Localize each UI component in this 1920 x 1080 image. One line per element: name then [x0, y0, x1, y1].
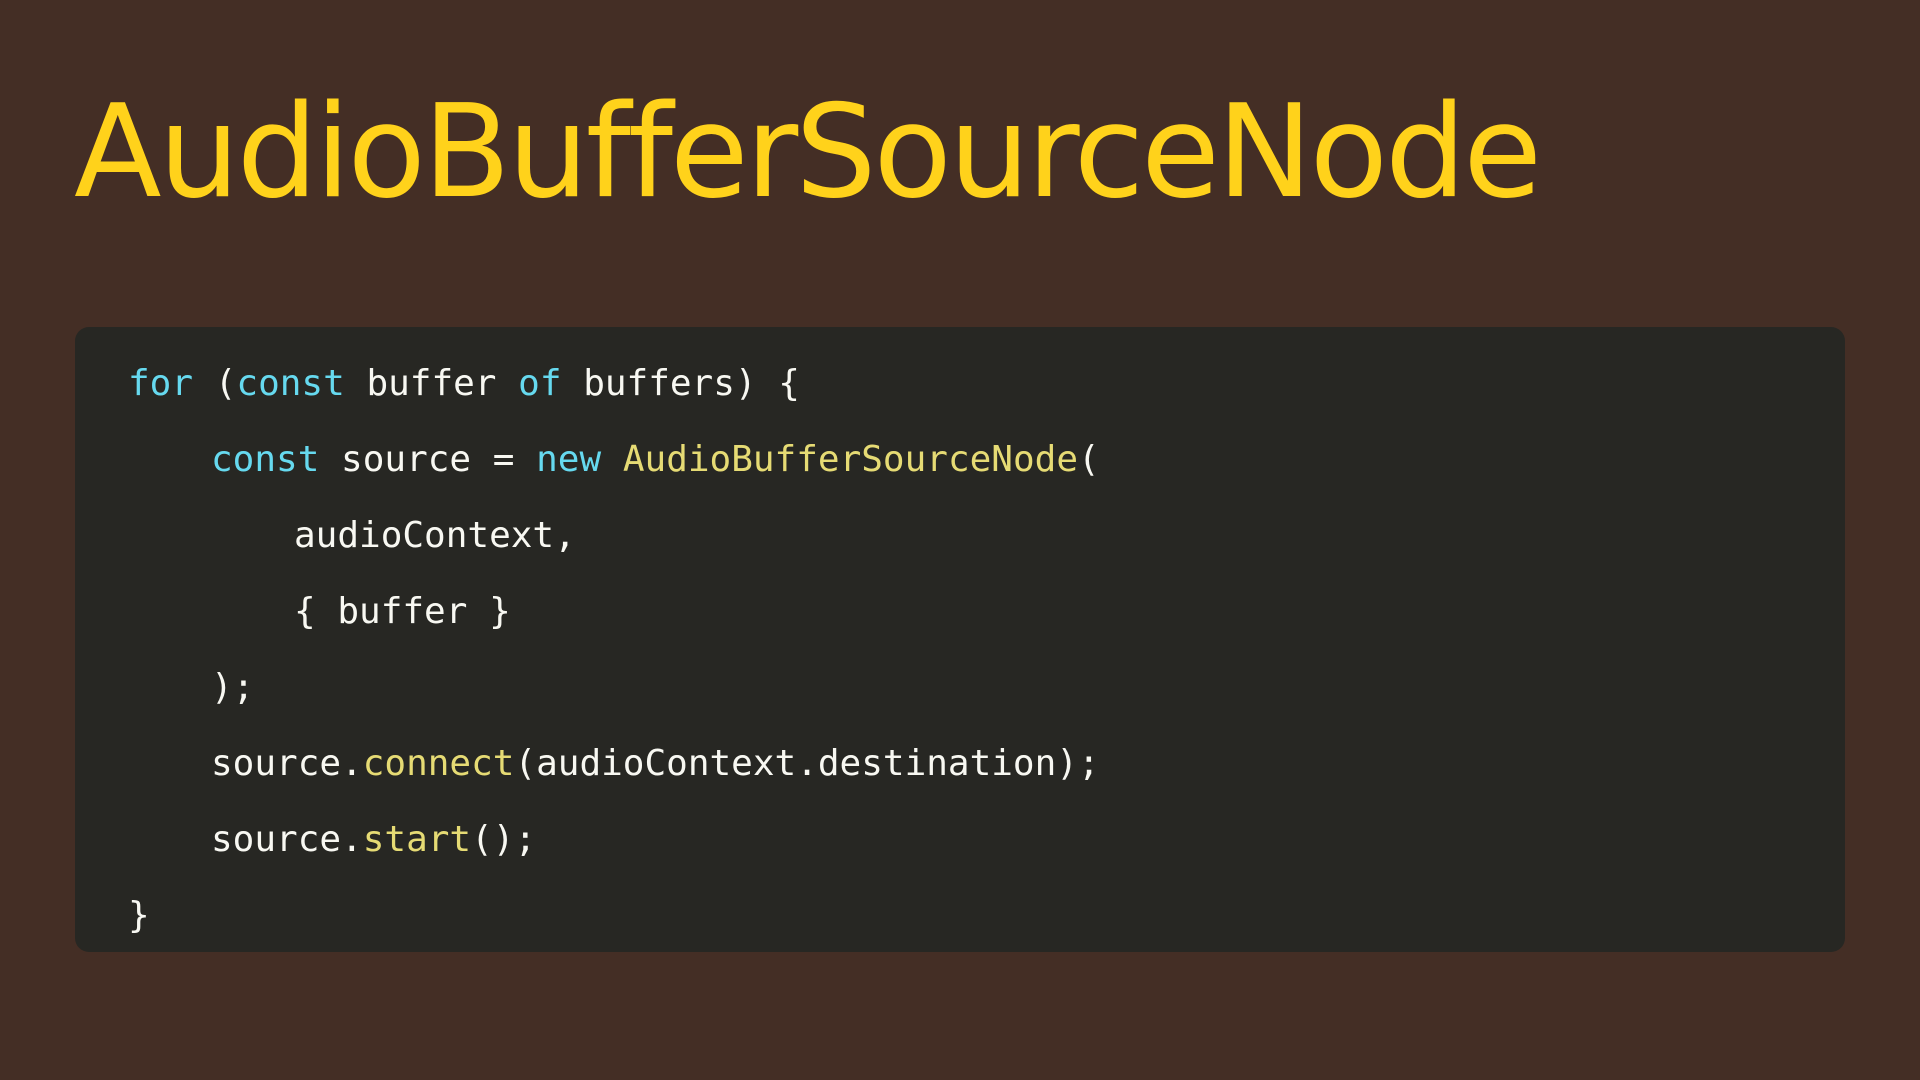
code-token-plain: } — [128, 895, 150, 936]
code-token-func: connect — [362, 743, 515, 784]
code-token-plain: ( — [1078, 439, 1100, 480]
slide-title: AudioBufferSourceNode — [74, 78, 1542, 227]
code-lines: for (const buffer of buffers) {const sou… — [128, 346, 1100, 954]
code-token-keyword: const — [236, 363, 345, 404]
code-token-keyword: of — [518, 363, 562, 404]
code-line: audioContext, — [128, 498, 1100, 574]
code-line: source.connect(audioContext.destination)… — [128, 726, 1100, 802]
code-token-plain: buffer — [344, 363, 519, 404]
code-token-plain: (); — [471, 819, 537, 860]
code-line: for (const buffer of buffers) { — [128, 346, 1100, 422]
slide: AudioBufferSourceNode for (const buffer … — [0, 0, 1920, 1080]
code-line: source.start(); — [128, 802, 1100, 878]
code-token-plain: source. — [211, 743, 363, 784]
code-token-plain: ( — [193, 363, 237, 404]
code-token-keyword: for — [128, 363, 194, 404]
code-token-plain: buffers) { — [561, 363, 800, 404]
code-token-plain: source. — [211, 819, 363, 860]
code-token-keyword: new — [536, 439, 602, 480]
code-token-plain: { buffer } — [294, 591, 511, 632]
code-line: { buffer } — [128, 574, 1100, 650]
code-line: } — [128, 878, 1100, 954]
code-block: for (const buffer of buffers) {const sou… — [75, 327, 1845, 952]
code-token-plain: (audioContext.destination); — [514, 743, 1100, 784]
code-token-keyword: const — [211, 439, 320, 480]
code-token-plain: ); — [211, 667, 255, 708]
code-token-func: start — [362, 819, 472, 860]
code-token-func: AudioBufferSourceNode — [622, 439, 1078, 480]
code-token-plain: audioContext, — [294, 515, 576, 556]
code-line: const source = new AudioBufferSourceNode… — [128, 422, 1100, 498]
code-token-plain: source = — [319, 439, 537, 480]
code-line: ); — [128, 650, 1100, 726]
